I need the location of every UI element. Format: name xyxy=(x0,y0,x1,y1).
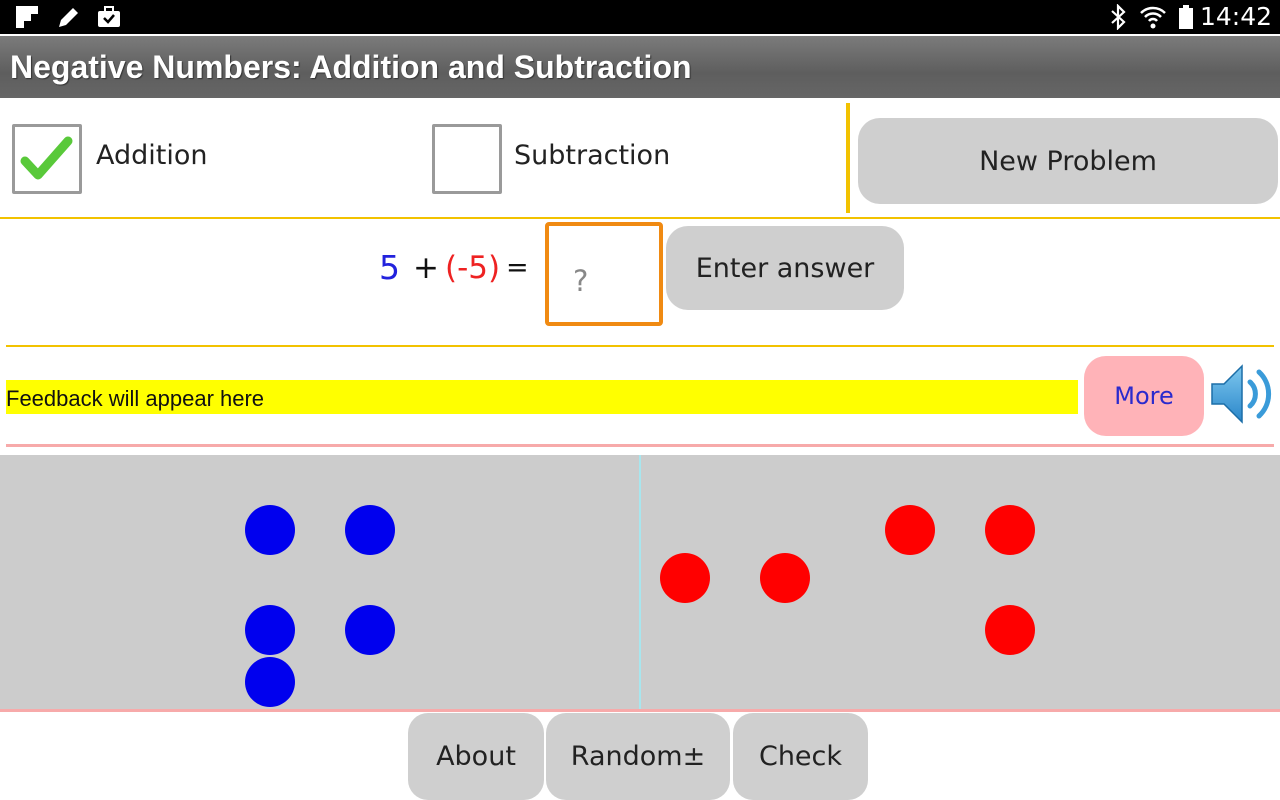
second-operand: (-5) xyxy=(445,250,501,286)
status-clock: 14:42 xyxy=(1199,2,1272,31)
flipboard-icon xyxy=(12,4,42,30)
bluetooth-icon xyxy=(1106,4,1130,30)
addition-checkbox[interactable] xyxy=(12,124,82,194)
briefcase-icon xyxy=(94,4,124,30)
negative-counter xyxy=(760,553,810,603)
divider xyxy=(6,444,1274,447)
answer-input[interactable] xyxy=(545,222,663,326)
negative-counter xyxy=(885,505,935,555)
negative-counter xyxy=(985,505,1035,555)
positive-counter xyxy=(245,657,295,707)
random-button[interactable]: Random± xyxy=(546,713,730,800)
negative-counter xyxy=(985,605,1035,655)
about-button[interactable]: About xyxy=(408,713,544,800)
enter-answer-button[interactable]: Enter answer xyxy=(666,226,904,310)
app-screen: 14:42 Negative Numbers: Addition and Sub… xyxy=(0,0,1280,800)
check-button[interactable]: Check xyxy=(733,713,868,800)
first-operand: 5 xyxy=(379,248,400,287)
subtraction-checkbox[interactable] xyxy=(432,124,502,194)
positive-counter xyxy=(345,605,395,655)
page-title: Negative Numbers: Addition and Subtracti… xyxy=(10,49,692,85)
title-bar: Negative Numbers: Addition and Subtracti… xyxy=(0,36,1280,98)
positive-counter xyxy=(245,505,295,555)
equals-sign: = xyxy=(506,252,529,283)
new-problem-button[interactable]: New Problem xyxy=(858,118,1278,204)
pencil-icon xyxy=(54,4,84,30)
zero-line xyxy=(639,455,641,709)
feedback-text: Feedback will appear here xyxy=(6,380,1078,414)
vertical-divider xyxy=(846,103,850,213)
addition-label[interactable]: Addition xyxy=(96,140,208,172)
more-button[interactable]: More xyxy=(1084,356,1204,436)
battery-icon xyxy=(1176,4,1196,30)
divider xyxy=(6,345,1274,347)
positive-counter xyxy=(345,505,395,555)
status-bar: 14:42 xyxy=(0,0,1280,34)
checkmark-icon xyxy=(20,136,73,180)
negative-counter xyxy=(660,553,710,603)
wifi-icon xyxy=(1138,4,1168,30)
positive-counter xyxy=(245,605,295,655)
divider xyxy=(0,217,1280,219)
speaker-icon[interactable] xyxy=(1208,354,1276,434)
divider xyxy=(0,709,1280,712)
subtraction-label[interactable]: Subtraction xyxy=(514,140,670,172)
operator-sign: + xyxy=(413,250,439,286)
